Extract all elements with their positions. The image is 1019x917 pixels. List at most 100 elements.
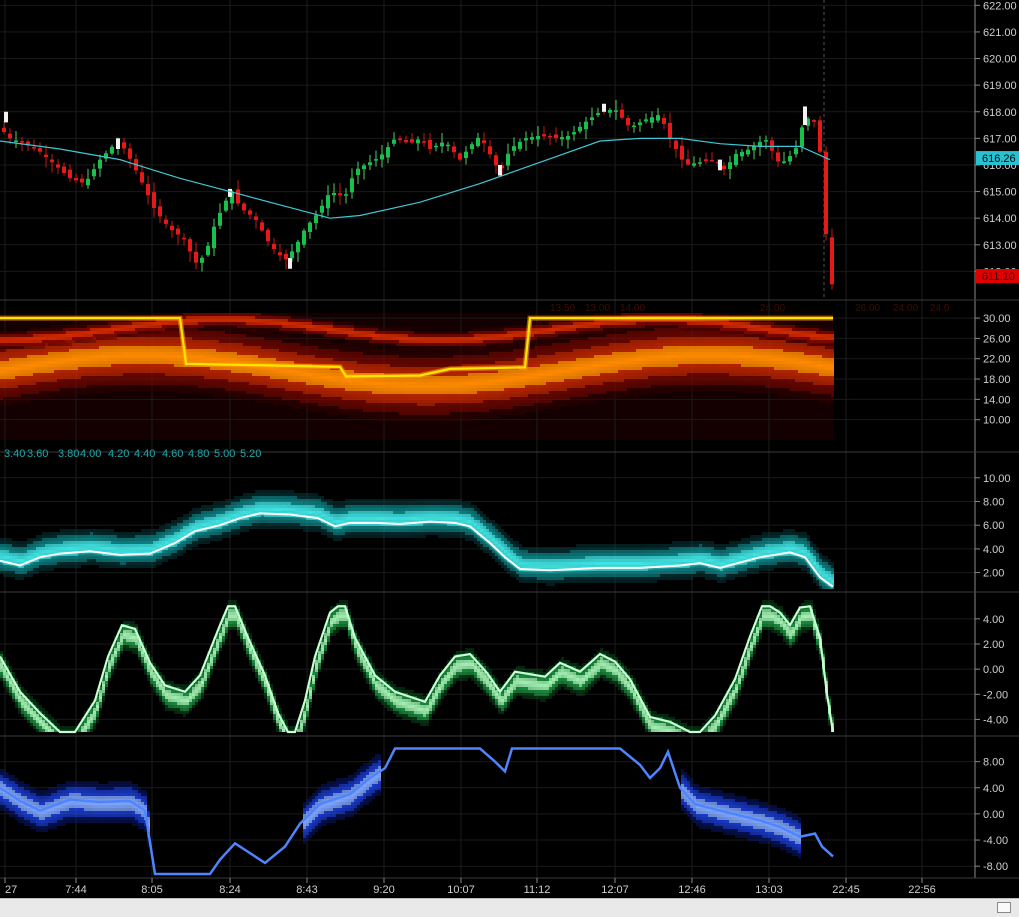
- heat-cell: [450, 376, 453, 379]
- heat-cell: [543, 391, 546, 394]
- heat-cell: [609, 376, 612, 379]
- heat-cell: [549, 382, 552, 385]
- heat-cell: [243, 337, 246, 340]
- heat-cell: [438, 376, 441, 379]
- heat-cell: [579, 364, 582, 367]
- heat-cell: [387, 394, 390, 397]
- heat-cell: [96, 385, 99, 388]
- heat-cell: [231, 328, 234, 331]
- heat-cell: [495, 346, 498, 349]
- heat-cell: [240, 346, 243, 349]
- heat-cell: [423, 358, 426, 361]
- heat-cell: [516, 361, 519, 364]
- heat-cell: [147, 364, 150, 367]
- heat-cell: [282, 382, 285, 385]
- heat-cell: [126, 346, 129, 349]
- heat-cell: [171, 334, 174, 337]
- heat-cell: [228, 376, 231, 379]
- heat-cell: [468, 415, 471, 418]
- heat-cell: [573, 352, 576, 355]
- heat-cell: [594, 343, 597, 346]
- heat-cell: [45, 355, 48, 358]
- heat-cell: [189, 334, 192, 337]
- heat-cell: [18, 391, 21, 394]
- heat-cell: [531, 403, 534, 406]
- heat-cell: [516, 358, 519, 361]
- heat-cell: [135, 352, 138, 355]
- heat-cell: [24, 352, 27, 355]
- heat-cell: [69, 346, 72, 349]
- heat-cell: [201, 352, 204, 355]
- heat-cell: [222, 352, 225, 355]
- heat-cell: [330, 409, 333, 412]
- heat-cell: [573, 403, 576, 406]
- heat-cell: [210, 334, 213, 337]
- heat-cell: [570, 358, 573, 361]
- heat-cell: [501, 346, 504, 349]
- heat-cell: [519, 394, 522, 397]
- heat-cell: [573, 391, 576, 394]
- heat-cell: [519, 373, 522, 376]
- heat-cell: [120, 376, 123, 379]
- heat-cell: [30, 370, 33, 373]
- heat-cell: [387, 358, 390, 361]
- heat-cell: [258, 355, 261, 358]
- heat-cell: [483, 352, 486, 355]
- heat-cell: [12, 394, 15, 397]
- heat-cell: [174, 382, 177, 385]
- heat-cell: [96, 340, 99, 343]
- heat-cell: [54, 364, 57, 367]
- heat-cell: [138, 376, 141, 379]
- heat-cell: [474, 388, 477, 391]
- heat-cell: [144, 346, 147, 349]
- heat-cell: [477, 379, 480, 382]
- heat-cell: [468, 358, 471, 361]
- heat-cell: [429, 388, 432, 391]
- heat-cell: [351, 367, 354, 370]
- heat-cell: [54, 394, 57, 397]
- heat-cell: [408, 379, 411, 382]
- heat-cell: [276, 337, 279, 340]
- heat-cell: [498, 352, 501, 355]
- heat-cell: [345, 382, 348, 385]
- heat-cell: [480, 415, 483, 418]
- heat-cell: [399, 349, 402, 352]
- heat-cell: [483, 394, 486, 397]
- heat-cell: [300, 382, 303, 385]
- heat-cell: [321, 391, 324, 394]
- heat-cell: [75, 352, 78, 355]
- heat-cell: [372, 349, 375, 352]
- heat-cell: [93, 388, 96, 391]
- heat-cell: [195, 343, 198, 346]
- heat-cell: [516, 397, 519, 400]
- heat-cell: [585, 397, 588, 400]
- heat-cell: [360, 409, 363, 412]
- heat-cell: [318, 382, 321, 385]
- heat-cell: [291, 352, 294, 355]
- heat-cell: [174, 358, 177, 361]
- heat-cell: [135, 385, 138, 388]
- heat-cell: [456, 358, 459, 361]
- heat-cell: [291, 388, 294, 391]
- heat-cell: [66, 349, 69, 352]
- heat-cell: [468, 349, 471, 352]
- heat-cell: [375, 382, 378, 385]
- heat-cell: [156, 376, 159, 379]
- heat-cell: [396, 364, 399, 367]
- heat-cell: [417, 349, 420, 352]
- heat-cell: [606, 394, 609, 397]
- heat-cell: [54, 388, 57, 391]
- heat-cell: [72, 388, 75, 391]
- heat-cell: [567, 340, 570, 343]
- heat-cell: [570, 379, 573, 382]
- heat-cell: [63, 367, 66, 370]
- heat-cell: [264, 355, 267, 358]
- heat-cell: [237, 370, 240, 373]
- heat-cell: [432, 367, 435, 370]
- heat-cell: [228, 388, 231, 391]
- heat-cell: [372, 352, 375, 355]
- heat-cell: [459, 403, 462, 406]
- heat-cell: [585, 355, 588, 358]
- heat-cell: [468, 388, 471, 391]
- heat-cell: [390, 385, 393, 388]
